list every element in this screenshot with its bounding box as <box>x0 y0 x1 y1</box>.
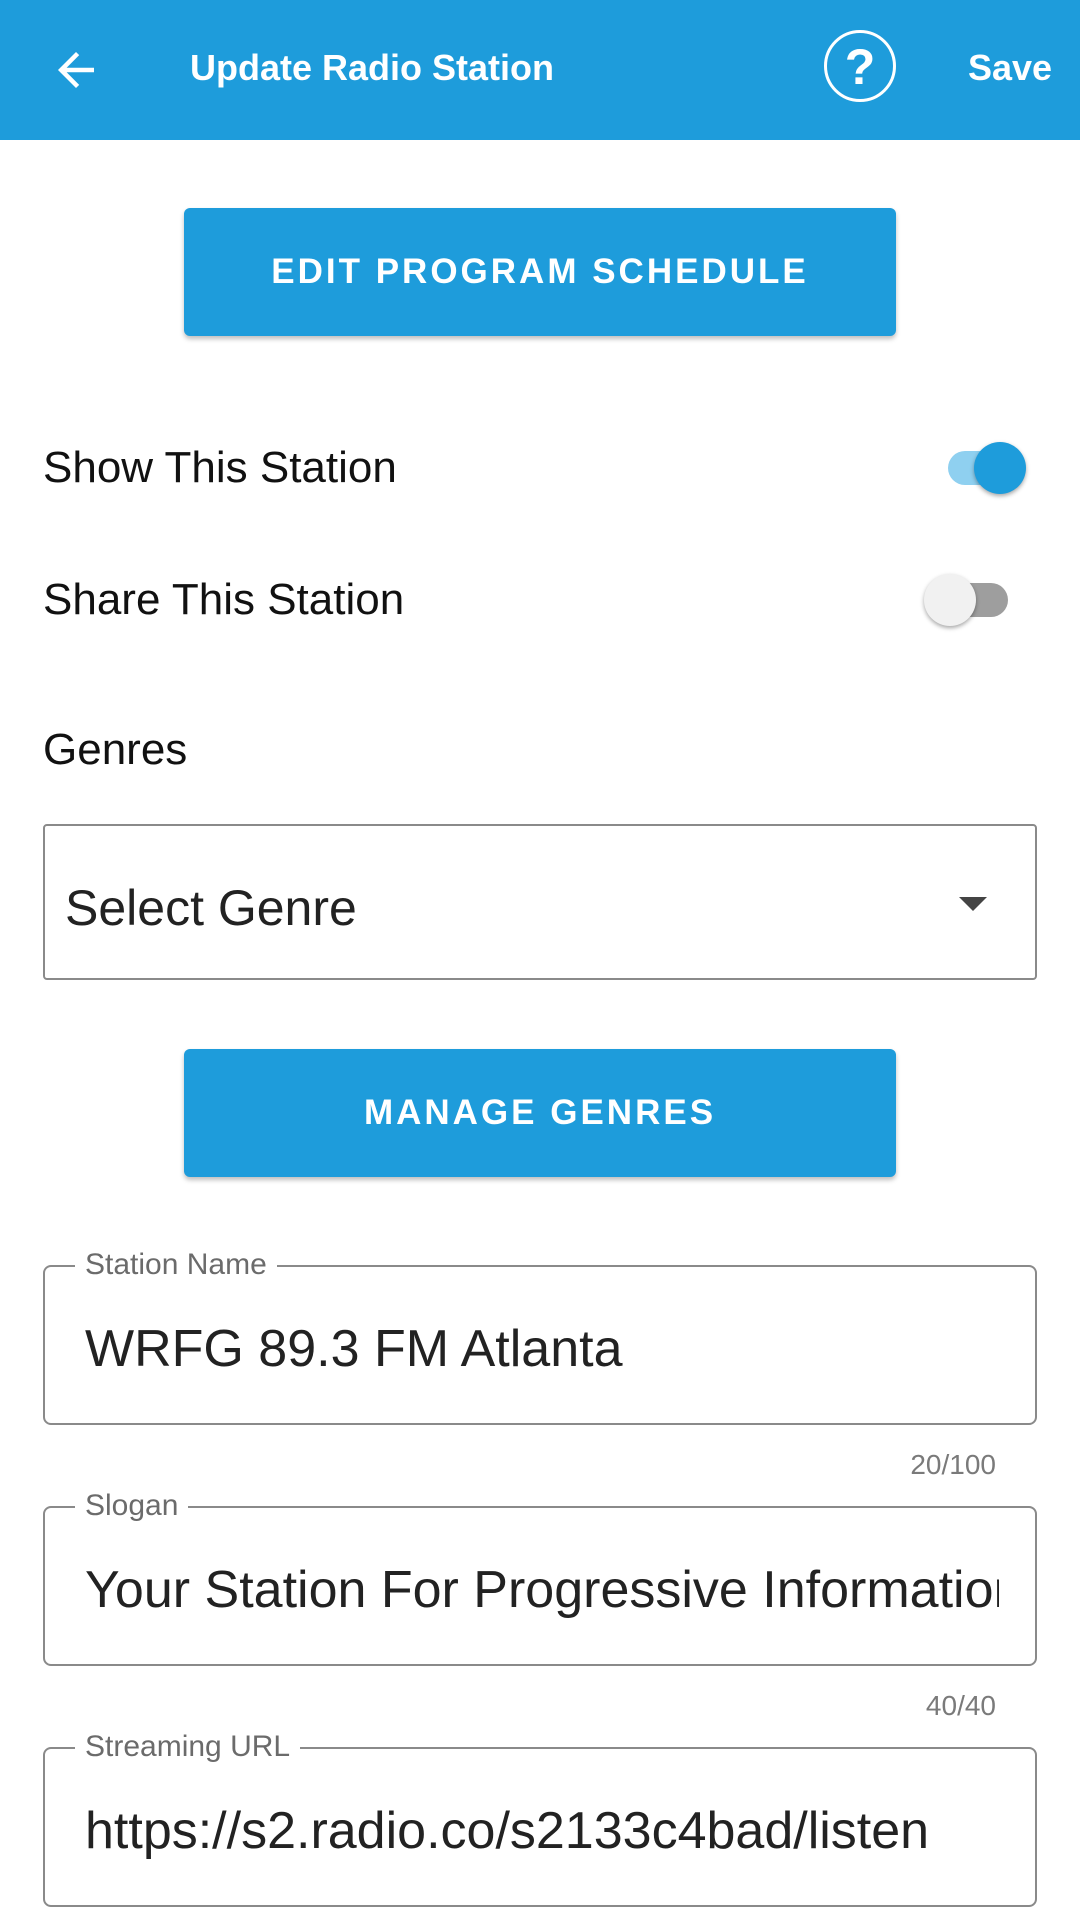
help-button[interactable]: ? <box>824 30 896 102</box>
save-button[interactable]: Save <box>968 44 1052 92</box>
station-name-value: WRFG 89.3 FM Atlanta <box>85 1320 623 1378</box>
genres-label: Genres <box>43 725 188 774</box>
dropdown-arrow-icon <box>959 897 987 911</box>
streaming-url-value: https://s2.radio.co/s2133c4bad/listen <box>85 1802 930 1860</box>
slogan-field[interactable]: Slogan Your Station For Progressive Info… <box>43 1488 1037 1666</box>
share-station-label: Share This Station <box>43 575 405 624</box>
slogan-label: Slogan <box>75 1488 189 1524</box>
slogan-value: Your Station For Progressive Information <box>85 1561 999 1619</box>
toggle-thumb <box>974 442 1026 494</box>
station-name-counter: 20/100 <box>910 1449 996 1480</box>
genre-select-placeholder: Select Genre <box>65 880 357 936</box>
share-station-toggle[interactable] <box>922 572 1012 628</box>
slogan-counter: 40/40 <box>925 1690 996 1721</box>
show-station-label: Show This Station <box>43 443 397 492</box>
streaming-url-label: Streaming URL <box>75 1729 301 1765</box>
help-circle-icon: ? <box>844 39 876 95</box>
edit-program-schedule-button[interactable]: EDIT PROGRAM SCHEDULE <box>184 208 896 336</box>
back-button[interactable] <box>40 34 112 106</box>
station-name-label: Station Name <box>75 1247 277 1283</box>
page-title: Update Radio Station <box>190 47 555 88</box>
genre-select[interactable]: Select Genre <box>43 824 1037 980</box>
toggle-thumb <box>924 574 976 626</box>
manage-genres-button[interactable]: MANAGE GENRES <box>184 1049 896 1177</box>
streaming-url-field[interactable]: Streaming URL https://s2.radio.co/s2133c… <box>43 1729 1037 1907</box>
show-station-toggle[interactable] <box>944 440 1034 496</box>
station-name-field[interactable]: Station Name WRFG 89.3 FM Atlanta <box>43 1247 1037 1425</box>
arrow-left-icon <box>58 52 94 88</box>
app-bar: Update Radio Station ? Save <box>0 0 1080 140</box>
